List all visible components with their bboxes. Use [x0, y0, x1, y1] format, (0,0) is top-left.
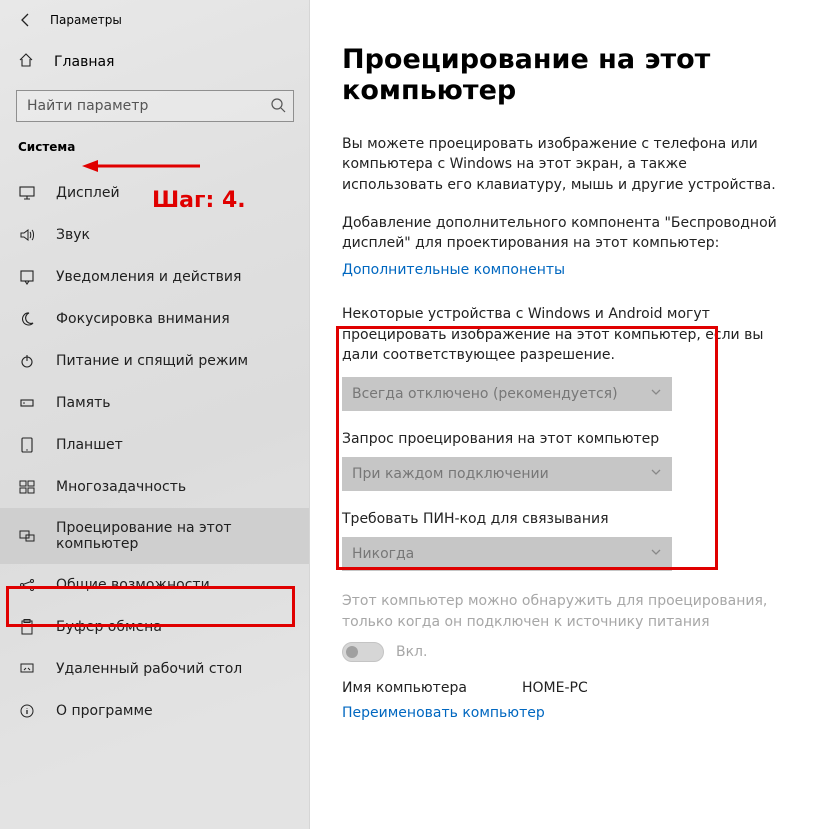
notification-icon — [18, 268, 36, 286]
nav-power[interactable]: Питание и спящий режим — [0, 340, 310, 382]
note-text: Добавление дополнительного компонента "Б… — [342, 213, 782, 254]
nav-label: Многозадачность — [56, 479, 186, 495]
power-note: Этот компьютер можно обнаружить для прое… — [342, 591, 782, 632]
home-nav[interactable]: Главная — [0, 38, 310, 90]
info-icon — [18, 702, 36, 720]
nav-projection[interactable]: Проецирование на этот компьютер — [0, 508, 310, 564]
settings-sidebar: Параметры Главная Система Дисплей Звук У… — [0, 0, 310, 829]
projection-icon — [18, 527, 36, 545]
tablet-icon — [18, 436, 36, 454]
nav-clipboard[interactable]: Буфер обмена — [0, 606, 310, 648]
monitor-icon — [18, 184, 36, 202]
pin-label: Требовать ПИН-код для связывания — [342, 511, 785, 527]
nav-tablet[interactable]: Планшет — [0, 424, 310, 466]
nav-label: Звук — [56, 227, 90, 243]
dropdown-value: Никогда — [352, 546, 414, 562]
dropdown-value: При каждом подключении — [352, 466, 549, 482]
power-icon — [18, 352, 36, 370]
window-title: Параметры — [50, 13, 122, 27]
power-toggle-row: Вкл. — [342, 642, 785, 662]
nav-label: О программе — [56, 703, 153, 719]
nav-shared[interactable]: Общие возможности — [0, 564, 310, 606]
intro-text: Вы можете проецировать изображение с тел… — [342, 134, 782, 195]
nav-multitask[interactable]: Многозадачность — [0, 466, 310, 508]
nav-storage[interactable]: Память — [0, 382, 310, 424]
clipboard-icon — [18, 618, 36, 636]
remote-icon — [18, 660, 36, 678]
chevron-down-icon — [650, 546, 662, 562]
pc-name-value: HOME-PC — [522, 680, 588, 696]
category-title: Система — [0, 140, 310, 164]
search-icon — [270, 97, 286, 117]
nav-label: Уведомления и действия — [56, 269, 241, 285]
nav-label: Питание и спящий режим — [56, 353, 248, 369]
rename-pc-link[interactable]: Переименовать компьютер — [342, 705, 545, 721]
nav-focus[interactable]: Фокусировка внимания — [0, 298, 310, 340]
power-toggle[interactable] — [342, 642, 384, 662]
home-icon — [18, 52, 34, 72]
vertical-divider — [309, 0, 310, 829]
page-title: Проецирование на этот компьютер — [342, 44, 785, 106]
nav-label: Буфер обмена — [56, 619, 162, 635]
home-label: Главная — [54, 54, 114, 70]
speaker-icon — [18, 226, 36, 244]
availability-dropdown[interactable]: Всегда отключено (рекомендуется) — [342, 377, 672, 411]
request-dropdown[interactable]: При каждом подключении — [342, 457, 672, 491]
moon-icon — [18, 310, 36, 328]
nav-label: Общие возможности — [56, 577, 210, 593]
main-content: Проецирование на этот компьютер Вы может… — [310, 0, 813, 829]
nav-label: Проецирование на этот компьютер — [56, 520, 292, 552]
back-button[interactable] — [18, 12, 34, 28]
nav-sound[interactable]: Звук — [0, 214, 310, 256]
nav-notifications[interactable]: Уведомления и действия — [0, 256, 310, 298]
nav-label: Память — [56, 395, 111, 411]
optional-features-link[interactable]: Дополнительные компоненты — [342, 262, 565, 278]
pin-dropdown[interactable]: Никогда — [342, 537, 672, 571]
toggle-label: Вкл. — [396, 644, 427, 660]
dropdown-value: Всегда отключено (рекомендуется) — [352, 386, 618, 402]
nav-remote[interactable]: Удаленный рабочий стол — [0, 648, 310, 690]
pc-name-row: Имя компьютера HOME-PC — [342, 680, 785, 696]
nav-label: Дисплей — [56, 185, 120, 201]
permission-desc: Некоторые устройства с Windows и Android… — [342, 304, 782, 365]
chevron-down-icon — [650, 386, 662, 402]
nav-label: Фокусировка внимания — [56, 311, 230, 327]
nav-label: Планшет — [56, 437, 123, 453]
storage-icon — [18, 394, 36, 412]
nav-list: Дисплей Звук Уведомления и действия Фоку… — [0, 164, 310, 732]
request-label: Запрос проецирования на этот компьютер — [342, 431, 785, 447]
nav-label: Удаленный рабочий стол — [56, 661, 242, 677]
search-input[interactable] — [16, 90, 294, 122]
nav-about[interactable]: О программе — [0, 690, 310, 732]
multitask-icon — [18, 478, 36, 496]
nav-display[interactable]: Дисплей — [0, 172, 310, 214]
chevron-down-icon — [650, 466, 662, 482]
share-icon — [18, 576, 36, 594]
search-container — [16, 90, 294, 122]
arrow-left-icon — [18, 12, 34, 28]
pc-name-label: Имя компьютера — [342, 680, 522, 696]
